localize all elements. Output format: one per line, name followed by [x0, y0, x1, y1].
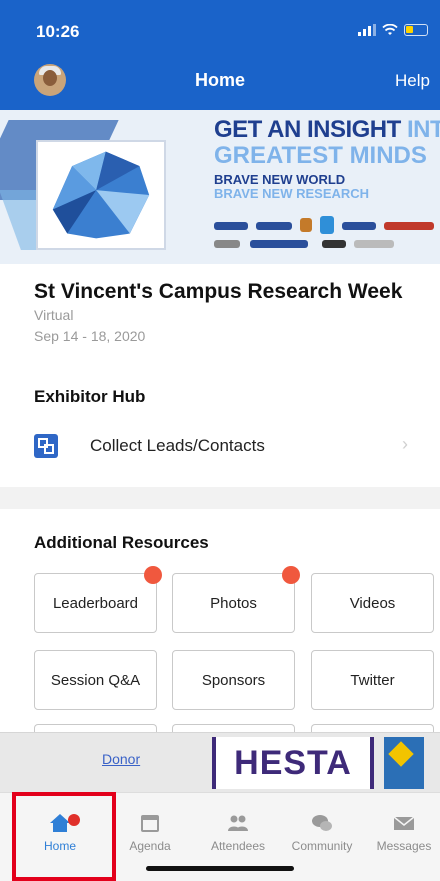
- envelope-icon: [393, 816, 415, 830]
- polygon-head-image: [36, 140, 166, 250]
- hesta-logo[interactable]: HESTA: [212, 737, 374, 789]
- qr-code-icon: [34, 434, 58, 458]
- section-divider: [0, 487, 440, 509]
- industry-superfund-badge-icon: [384, 737, 424, 789]
- chevron-right-icon: ›: [402, 434, 408, 454]
- wifi-icon: [382, 24, 398, 35]
- collect-leads-row[interactable]: Collect Leads/Contacts ›: [34, 426, 440, 466]
- donor-link[interactable]: Donor: [102, 751, 140, 767]
- notification-badge: [282, 566, 300, 584]
- banner-headline: GET AN INSIGHT INTO OUR: [214, 116, 440, 143]
- twitter-button[interactable]: Twitter: [311, 650, 434, 710]
- leaderboard-button[interactable]: Leaderboard: [34, 566, 162, 633]
- highlight-box: [12, 792, 116, 881]
- calendar-icon: [141, 815, 159, 832]
- sponsor-ad-bar[interactable]: Donor HESTA: [0, 732, 440, 792]
- community-icon: [312, 815, 332, 831]
- tab-agenda[interactable]: Agenda: [110, 793, 190, 853]
- event-banner[interactable]: GET AN INSIGHT INTO OUR GREATEST MINDS B…: [0, 110, 440, 264]
- status-icons: [358, 24, 428, 36]
- tab-messages[interactable]: Messages: [368, 793, 440, 853]
- exhibitor-hub-title: Exhibitor Hub: [34, 387, 146, 406]
- event-title: St Vincent's Campus Research Week: [34, 280, 403, 303]
- collect-leads-label: Collect Leads/Contacts: [90, 436, 265, 455]
- signal-icon: [358, 24, 376, 36]
- banner-headline-2: GREATEST MINDS: [214, 142, 427, 169]
- help-link[interactable]: Help: [395, 71, 430, 91]
- people-icon: [228, 815, 248, 831]
- tab-attendees[interactable]: Attendees: [196, 793, 280, 853]
- home-indicator[interactable]: [146, 866, 294, 871]
- banner-tagline-2: BRAVE NEW RESEARCH: [214, 186, 370, 201]
- videos-button[interactable]: Videos: [311, 573, 434, 633]
- battery-icon: [404, 24, 428, 36]
- event-date: Sep 14 - 18, 2020: [34, 328, 146, 344]
- sponsor-logos: [214, 216, 440, 260]
- status-time: 10:26: [36, 22, 80, 41]
- event-type: Virtual: [34, 307, 74, 323]
- notification-badge: [144, 566, 162, 584]
- tab-community[interactable]: Community: [282, 793, 362, 853]
- banner-tagline: BRAVE NEW WORLD: [214, 172, 346, 187]
- photos-button[interactable]: Photos: [172, 566, 300, 633]
- sponsors-button[interactable]: Sponsors: [172, 650, 295, 710]
- page-title: Home: [194, 70, 245, 90]
- session-qa-button[interactable]: Session Q&A: [34, 650, 157, 710]
- additional-resources-title: Additional Resources: [34, 533, 209, 552]
- top-navigation-bar: 10:26 Home Help: [0, 0, 440, 110]
